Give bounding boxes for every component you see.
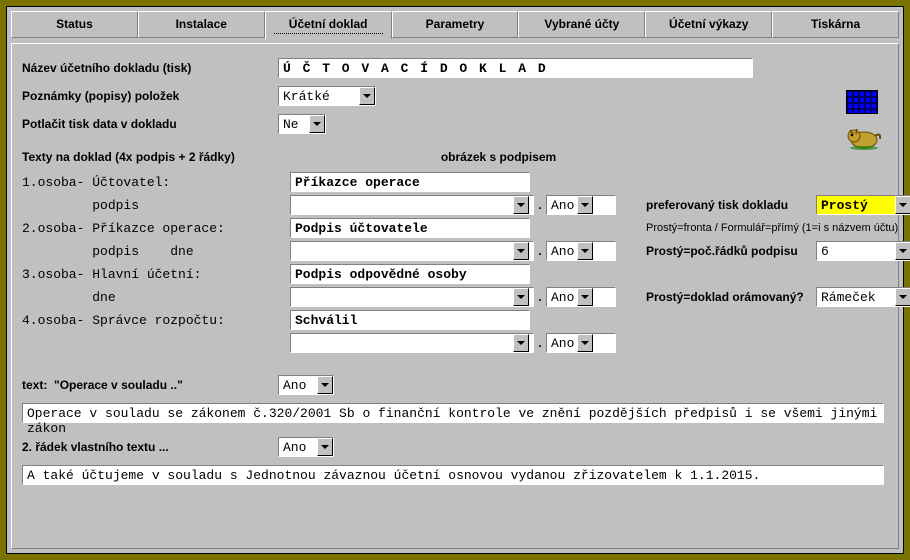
app-window: Status Instalace Účetní doklad Parametry…: [6, 6, 904, 554]
input-doc-name[interactable]: Ú Č T O V A C Í D O K L A D: [278, 58, 753, 78]
label-texts-header: Texty na doklad (4x podpis + 2 řádky): [22, 150, 235, 164]
chevron-down-icon[interactable]: [317, 438, 333, 456]
label-person1-sig: podpis: [22, 198, 290, 213]
input-person3-title[interactable]: Podpis odpovědné osoby: [290, 264, 530, 284]
chevron-down-icon[interactable]: [513, 242, 529, 260]
select-text1-yn[interactable]: Ano: [278, 375, 334, 395]
select-text2-yn[interactable]: Ano: [278, 437, 334, 457]
datagrid-icon[interactable]: [846, 90, 878, 114]
label-person3-sig: dne: [22, 290, 290, 305]
dot-separator: .: [534, 198, 546, 212]
chevron-down-icon[interactable]: [895, 196, 910, 214]
select-suppress-date[interactable]: Ne: [278, 114, 326, 134]
select-person2-img[interactable]: Ano: [546, 241, 616, 261]
chevron-down-icon[interactable]: [577, 334, 593, 352]
label-suppress-date: Potlačit tisk data v dokladu: [22, 117, 278, 131]
chevron-down-icon[interactable]: [309, 115, 325, 133]
chevron-down-icon[interactable]: [359, 87, 375, 105]
label-rows-sig: Prostý=poč.řádků podpisu: [646, 244, 816, 258]
input-person4-title[interactable]: Schválil: [290, 310, 530, 330]
chevron-down-icon[interactable]: [577, 196, 593, 214]
chevron-down-icon[interactable]: [577, 242, 593, 260]
label-pref-print: preferovaný tisk dokladu: [646, 198, 816, 212]
label-person3: 3.osoba- Hlavní účetní:: [22, 267, 290, 282]
label-img-with-sig: obrázek s podpisem: [441, 150, 556, 164]
select-framed[interactable]: Rámeček: [816, 287, 910, 307]
signature-grid: 1.osoba- Účtovatel: Příkazce operace pod…: [22, 172, 888, 353]
chevron-down-icon[interactable]: [317, 376, 333, 394]
tab-instalace[interactable]: Instalace: [138, 11, 265, 38]
label-person2: 2.osoba- Příkazce operace:: [22, 221, 290, 236]
chevron-down-icon[interactable]: [577, 288, 593, 306]
chevron-down-icon[interactable]: [895, 288, 910, 306]
tab-ucetni-vykazy[interactable]: Účetní výkazy: [645, 11, 772, 38]
select-person4-sig[interactable]: [290, 333, 534, 353]
tab-parametry[interactable]: Parametry: [392, 11, 519, 38]
mascot-icon[interactable]: [842, 122, 882, 150]
select-person3-sig[interactable]: [290, 287, 534, 307]
label-doc-name: Název účetního dokladu (tisk): [22, 61, 278, 75]
label-text2: 2. řádek vlastního textu ...: [22, 440, 278, 454]
select-person2-sig[interactable]: [290, 241, 534, 261]
tab-tiskarna[interactable]: Tiskárna: [772, 11, 899, 38]
label-framed: Prostý=doklad orámovaný?: [646, 290, 816, 304]
select-person3-img[interactable]: Ano: [546, 287, 616, 307]
chevron-down-icon[interactable]: [513, 334, 529, 352]
input-text1[interactable]: Operace v souladu se zákonem č.320/2001 …: [22, 403, 884, 423]
chevron-down-icon[interactable]: [513, 196, 529, 214]
tab-bar: Status Instalace Účetní doklad Parametry…: [7, 7, 903, 38]
select-pref-print[interactable]: Prostý: [816, 195, 910, 215]
label-person4: 4.osoba- Správce rozpočtu:: [22, 313, 290, 328]
tab-vybrane-ucty[interactable]: Vybrané účty: [518, 11, 645, 38]
chevron-down-icon[interactable]: [513, 288, 529, 306]
select-person4-img[interactable]: Ano: [546, 333, 616, 353]
label-notes: Poznámky (popisy) položek: [22, 89, 278, 103]
chevron-down-icon[interactable]: [895, 242, 910, 260]
label-person2-sig: podpis dne: [22, 244, 290, 259]
hint-pref-print: Prostý=fronta / Formulář=přímý (1=i s ná…: [646, 222, 910, 234]
label-text1: text: "Operace v souladu ..": [22, 378, 278, 392]
input-person2-title[interactable]: Podpis účtovatele: [290, 218, 530, 238]
select-person1-sig[interactable]: [290, 195, 534, 215]
input-text2[interactable]: A také účtujeme v souladu s Jednotnou zá…: [22, 465, 884, 485]
tab-ucetni-doklad[interactable]: Účetní doklad: [265, 11, 392, 39]
select-rows-sig[interactable]: 6: [816, 241, 910, 261]
label-person1: 1.osoba- Účtovatel:: [22, 175, 290, 190]
tab-status[interactable]: Status: [11, 11, 138, 38]
select-notes[interactable]: Krátké: [278, 86, 376, 106]
select-person1-img[interactable]: Ano: [546, 195, 616, 215]
input-person1-title[interactable]: Příkazce operace: [290, 172, 530, 192]
form-area: Název účetního dokladu (tisk) Ú Č T O V …: [11, 43, 899, 549]
